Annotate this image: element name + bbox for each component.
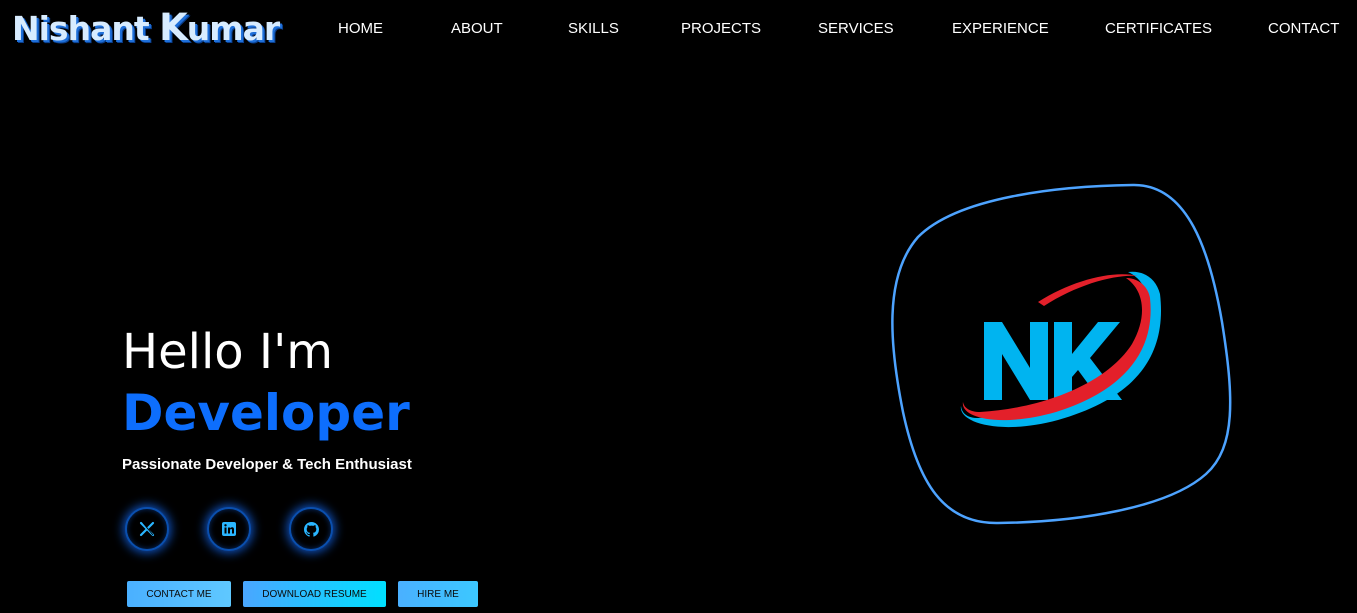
social-github-link[interactable] bbox=[289, 507, 333, 551]
brand-k: K bbox=[159, 6, 188, 49]
nav-skills[interactable]: SKILLS bbox=[568, 20, 619, 37]
logo-blob-svg: NK bbox=[888, 182, 1232, 525]
nav-projects[interactable]: PROJECTS bbox=[681, 20, 761, 37]
social-x-link[interactable] bbox=[125, 507, 169, 551]
nav-experience[interactable]: EXPERIENCE bbox=[952, 20, 1049, 37]
nav-about[interactable]: ABOUT bbox=[451, 20, 503, 37]
brand-first: Nishant bbox=[12, 9, 160, 48]
hero-logo-frame: NK bbox=[888, 182, 1236, 528]
nk-logo-icon bbox=[960, 271, 1162, 428]
hero-tagline: Passionate Developer & Tech Enthusiast bbox=[122, 456, 412, 473]
page: Nishant Kumar HOME ABOUT SKILLS PROJECTS… bbox=[0, 0, 1357, 613]
nav-home[interactable]: HOME bbox=[338, 20, 383, 37]
navbar: Nishant Kumar HOME ABOUT SKILLS PROJECTS… bbox=[0, 0, 1357, 58]
x-twitter-icon bbox=[139, 521, 155, 537]
download-resume-button[interactable]: DOWNLOAD RESUME bbox=[243, 581, 386, 607]
nav-certificates[interactable]: CERTIFICATES bbox=[1105, 20, 1212, 37]
github-icon bbox=[303, 521, 319, 537]
logo-text: NK bbox=[888, 182, 890, 183]
hero-greeting: Hello I'm bbox=[122, 324, 334, 380]
contact-me-button[interactable]: CONTACT ME bbox=[127, 581, 231, 607]
social-linkedin-link[interactable] bbox=[207, 507, 251, 551]
hire-me-button[interactable]: HIRE ME bbox=[398, 581, 478, 607]
hero-role: Developer bbox=[122, 384, 410, 442]
linkedin-icon bbox=[222, 522, 236, 536]
brand-rest: umar bbox=[186, 9, 280, 48]
nav-services[interactable]: SERVICES bbox=[818, 20, 894, 37]
brand-logo[interactable]: Nishant Kumar bbox=[12, 6, 280, 49]
nav-contact[interactable]: CONTACT bbox=[1268, 20, 1339, 37]
